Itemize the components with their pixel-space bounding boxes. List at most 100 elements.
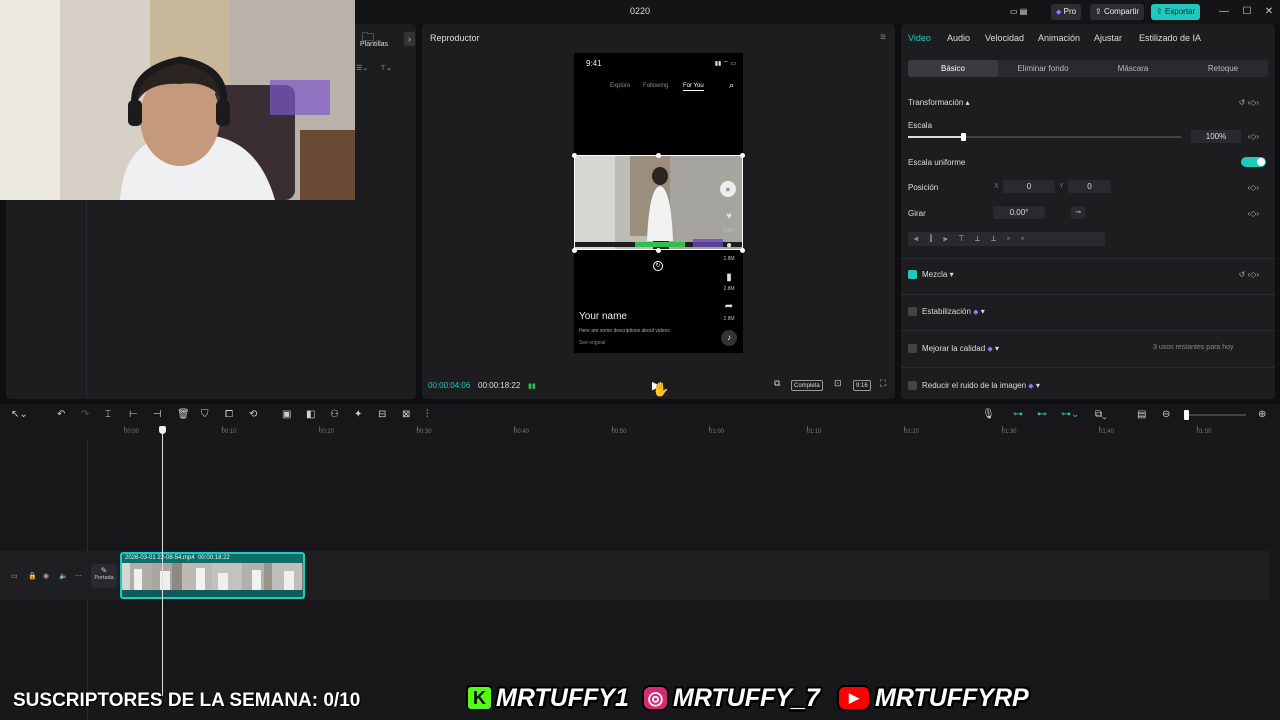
freeze-icon[interactable]: ▣ [282, 409, 291, 420]
link-icon[interactable]: ⊷ [1037, 409, 1047, 420]
keyframe-controls[interactable]: ↺ ‹◇› [1239, 98, 1259, 107]
split-right-icon[interactable]: ⊣ [153, 409, 162, 420]
maximize-icon[interactable]: ☐ [1240, 5, 1254, 19]
close-icon[interactable]: ✕ [1262, 5, 1276, 19]
subtab-retouch[interactable]: Retoque [1178, 60, 1268, 77]
playhead[interactable] [162, 426, 163, 696]
blend-keyframe-icon[interactable]: ↺ ‹◇› [1239, 270, 1259, 279]
magic-wand-icon[interactable]: ✦ [354, 409, 362, 420]
scale-slider-knob[interactable] [960, 133, 966, 141]
blend-checkbox[interactable] [908, 270, 917, 279]
tab-video[interactable]: Video [908, 33, 931, 43]
select-tool-icon[interactable]: ↖⌄ [11, 409, 28, 420]
rotate-keyframe-icon[interactable]: ‹◇› [1248, 209, 1259, 218]
quality-checkbox[interactable] [908, 344, 917, 353]
export-button[interactable]: ⇪ Exportar [1151, 4, 1201, 20]
speaker-icon[interactable]: 🔈 [59, 572, 68, 580]
minimize-icon[interactable]: — [1217, 5, 1231, 19]
sort-icon[interactable]: ☰⌄ [356, 64, 368, 72]
snapshot-icon[interactable]: ⊡ [834, 378, 842, 389]
video-frame[interactable] [574, 155, 743, 250]
clip-thumbnail [272, 563, 302, 593]
music-disc-icon: ♪ [721, 330, 737, 346]
scale-slider[interactable] [908, 133, 1181, 141]
track-toggle-icon[interactable]: ▭ [11, 572, 18, 580]
tab-adjust[interactable]: Ajustar [1094, 33, 1122, 43]
stabilize-heading[interactable]: Estabilización ◆ ▾ [922, 307, 985, 316]
zoom-out-icon[interactable]: ⊖ [1162, 409, 1170, 420]
rotate-dial-icon[interactable]: ⊸ [1071, 206, 1085, 219]
quality-heading[interactable]: Mejorar la calidad ◆ ▾ [922, 344, 999, 353]
resize-handle[interactable] [740, 248, 745, 253]
pro-button[interactable]: ◆ Pro [1051, 4, 1082, 20]
noise-heading[interactable]: Reducir el ruido de la imagen ◆ ▾ [922, 381, 1040, 390]
stabilize-checkbox[interactable] [908, 307, 917, 316]
pos-x-input[interactable]: 0 [1003, 180, 1055, 193]
rotate-input[interactable]: 0.00° [993, 206, 1045, 219]
playhead-handle[interactable] [159, 426, 166, 434]
timeline[interactable]: 00:00 00:10 00:20 00:30 00:40 00:50 01:00 01:10… [0, 426, 1280, 720]
tab-ai-style[interactable]: Estilizado de IA [1139, 33, 1201, 43]
pos-y-input[interactable]: 0 [1068, 180, 1111, 193]
crop-tool-icon[interactable]: ⧠ [225, 409, 233, 420]
templates-tab[interactable]: Plantillas [360, 41, 388, 48]
tab-audio[interactable]: Audio [947, 33, 970, 43]
share-button[interactable]: ⇪ Compartir [1090, 4, 1145, 20]
redo-icon[interactable]: ↷ [81, 409, 89, 420]
resize-handle[interactable] [572, 153, 577, 158]
chevron-right-icon[interactable]: › [404, 32, 415, 46]
cover-button[interactable]: ✎ Portada [91, 564, 117, 588]
tab-speed[interactable]: Velocidad [985, 33, 1024, 43]
caption-icon[interactable]: ⊟ [378, 409, 386, 420]
filter-icon[interactable]: ⊤⌄ [380, 64, 392, 72]
mirror-icon[interactable]: ◧ [306, 409, 315, 420]
split-icon[interactable]: ⌶ [105, 409, 111, 420]
subtab-remove-bg[interactable]: Eliminar fondo [998, 60, 1088, 77]
youtube-icon: ▶ [837, 685, 871, 711]
rotate-handle-icon[interactable]: ↻ [653, 261, 663, 271]
subtab-mask[interactable]: Máscara [1088, 60, 1178, 77]
video-clip[interactable]: 2026-03-01 22-08-54.mp4 00:00:18:22 [120, 552, 305, 599]
resize-handle[interactable] [740, 153, 745, 158]
resize-handle[interactable] [656, 248, 661, 253]
fullscreen-icon[interactable]: ⛶ [880, 378, 886, 389]
tab-animation[interactable]: Animación [1038, 33, 1080, 43]
split-left-icon[interactable]: ⊢ [129, 409, 138, 420]
scale-keyframe-icon[interactable]: ‹◇› [1248, 132, 1259, 141]
position-keyframe-icon[interactable]: ‹◇› [1248, 183, 1259, 192]
quality-button[interactable]: Completa [791, 380, 823, 391]
subtab-basic[interactable]: Básico [908, 60, 998, 77]
noise-checkbox[interactable] [908, 381, 917, 390]
uniform-scale-toggle[interactable] [1241, 157, 1266, 167]
scale-input[interactable]: 100% [1191, 130, 1241, 143]
transition-icon[interactable]: ⊠ [402, 409, 410, 420]
resize-handle[interactable] [572, 248, 577, 253]
menu-icon[interactable]: ≡ [880, 32, 886, 43]
ruler-label: 00:40 [514, 429, 530, 435]
microphone-icon[interactable]: 🎙 [982, 409, 995, 420]
transform-heading[interactable]: Transformación ▴ [908, 98, 970, 107]
auto-reframe-icon[interactable]: ⟲ [249, 409, 257, 420]
blend-heading[interactable]: Mezcla ▾ [922, 270, 954, 279]
shield-icon[interactable]: ⛉ [201, 409, 209, 420]
zoom-slider[interactable] [1184, 410, 1246, 420]
magnet-icon[interactable]: ⊶ [1013, 409, 1023, 420]
resize-handle[interactable] [656, 153, 661, 158]
crop-icon[interactable]: ⧉ [774, 378, 780, 389]
zoom-slider-knob[interactable] [1184, 410, 1189, 420]
eye-icon[interactable]: ◉ [43, 572, 49, 580]
preview-axis-icon[interactable]: ⊶⌄ [1061, 409, 1079, 420]
more-icon[interactable]: ⋯ [75, 572, 82, 580]
align-toolbar[interactable]: ⫷⫿⫸⊤⊥⊥▫▫ [908, 232, 1105, 246]
audio-split-icon[interactable]: ⫶ [426, 409, 429, 420]
ratio-button[interactable]: 9:16 [853, 380, 871, 391]
zoom-in-icon[interactable]: ⊕ [1258, 409, 1266, 420]
layout-icon[interactable]: ▭ ▤ [1005, 4, 1032, 20]
subtitle-icon[interactable]: ▤ [1137, 409, 1146, 420]
person-icon[interactable]: ⚇ [330, 409, 339, 420]
phone-preview[interactable]: 9:41 ▮▮ ⌔ ▭ Explore Following For You ⌕ [572, 53, 745, 353]
delete-icon[interactable]: 🗑 [177, 409, 190, 420]
undo-icon[interactable]: ↶ [57, 409, 65, 420]
split-view-icon[interactable]: ⧉⌄ [1095, 409, 1107, 420]
lock-icon[interactable]: 🔒 [28, 572, 37, 580]
